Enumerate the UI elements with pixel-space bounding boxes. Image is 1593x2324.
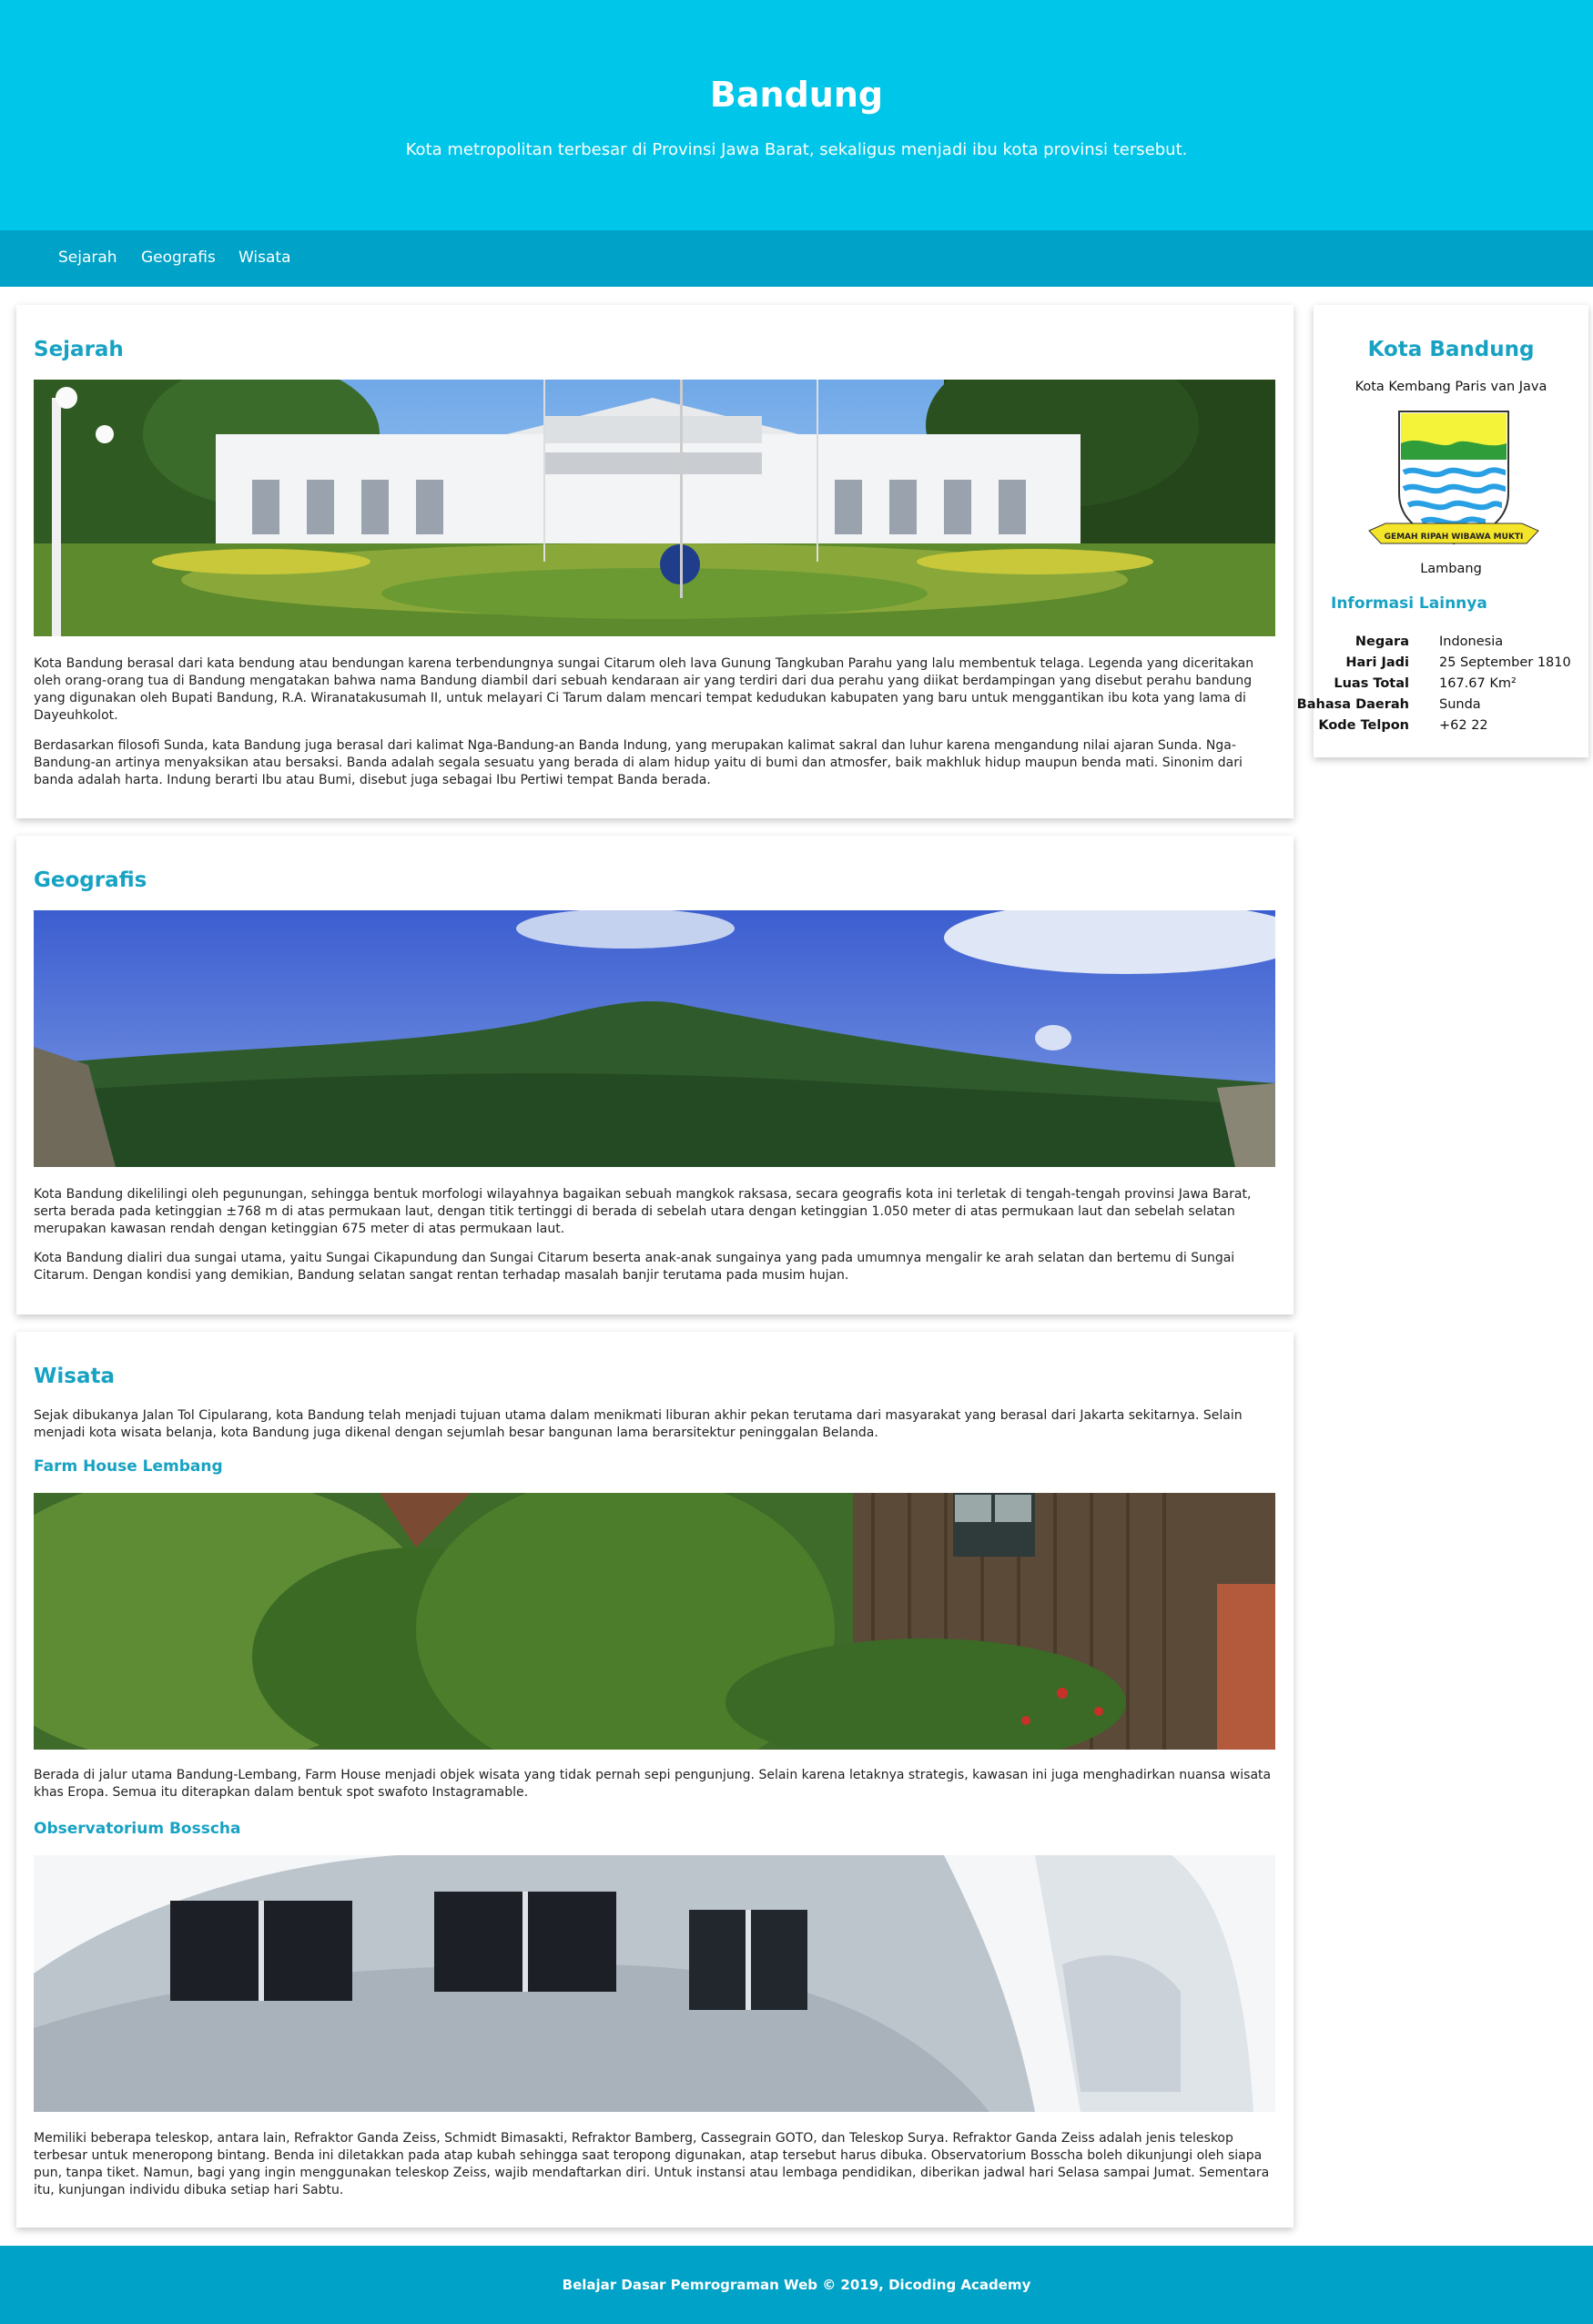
gedung-sate-image <box>34 380 1275 636</box>
bosscha-image <box>34 1855 1275 2112</box>
sidebar-title: Kota Bandung <box>1367 338 1535 361</box>
sejarah-paragraph-1: Kota Bandung berasal dari kata bendung a… <box>34 656 1254 723</box>
farm-house-image <box>34 1493 1275 1750</box>
info-key: Kode Telpon <box>1318 718 1409 733</box>
nav-link-wisata[interactable]: Wisata <box>238 249 291 267</box>
geografis-paragraph-2: Kota Bandung dialiri dua sungai utama, y… <box>34 1251 1235 1283</box>
info-value: +62 22 <box>1439 718 1488 733</box>
page-footer: Belajar Dasar Pemrograman Web © 2019, Di… <box>0 2246 1593 2324</box>
info-key: Negara <box>1355 634 1409 649</box>
info-key: Bahasa Daerah <box>1296 697 1409 712</box>
nav-link-geografis[interactable]: Geografis <box>141 249 216 267</box>
subsection-title-bosscha: Observatorium Bosscha <box>34 1820 241 1838</box>
wisata-section: Wisata Sejak dibukanya Jalan Tol Cipular… <box>16 1332 1294 2228</box>
footer-text: Belajar Dasar Pemrograman Web © 2019, Di… <box>562 2277 1031 2293</box>
geografis-paragraph-1: Kota Bandung dikelilingi oleh pegunungan… <box>34 1187 1252 1236</box>
geografis-section: Geografis Kota Bandung dikelilingi oleh … <box>16 836 1294 1314</box>
main-nav: Sejarah Geografis Wisata <box>0 230 1593 287</box>
sejarah-section: Sejarah Kota Bandung berasal dari kata b… <box>16 305 1294 818</box>
info-value: Indonesia <box>1439 634 1504 649</box>
site-title: Bandung <box>709 75 884 115</box>
subsection-title-farm-house: Farm House Lembang <box>34 1457 223 1476</box>
wisata-intro: Sejak dibukanya Jalan Tol Cipularang, ko… <box>34 1408 1243 1440</box>
bosscha-description: Memiliki beberapa teleskop, antara lain,… <box>34 2131 1270 2197</box>
mountain-image <box>34 910 1275 1167</box>
city-emblem-image: GEMAH RIPAH WIBAWA MUKTI <box>1367 407 1540 553</box>
info-value: 167.67 Km² <box>1439 676 1517 691</box>
section-title: Wisata <box>34 1365 115 1388</box>
section-title: Sejarah <box>34 338 124 361</box>
section-title: Geografis <box>34 868 147 892</box>
info-key: Hari Jadi <box>1345 655 1409 670</box>
farm-house-description: Berada di jalur utama Bandung-Lembang, F… <box>34 1768 1272 1800</box>
info-value: Sunda <box>1439 697 1481 712</box>
nav-link-sejarah[interactable]: Sejarah <box>58 249 117 267</box>
info-key: Luas Total <box>1334 676 1409 691</box>
sidebar-subtitle: Kota Kembang Paris van Java <box>1355 380 1547 394</box>
info-value: 25 September 1810 <box>1439 655 1571 670</box>
emblem-caption: Lambang <box>1420 562 1482 576</box>
sejarah-paragraph-2: Berdasarkan filosofi Sunda, kata Bandung… <box>34 738 1243 787</box>
site-subtitle: Kota metropolitan terbesar di Provinsi J… <box>405 140 1188 159</box>
info-title: Informasi Lainnya <box>1331 594 1487 613</box>
profile-sidebar: Kota Bandung Kota Kembang Paris van Java… <box>1297 305 1588 757</box>
page-header: Bandung Kota metropolitan terbesar di Pr… <box>0 0 1593 230</box>
emblem-motto-text: GEMAH RIPAH WIBAWA MUKTI <box>1385 533 1524 542</box>
